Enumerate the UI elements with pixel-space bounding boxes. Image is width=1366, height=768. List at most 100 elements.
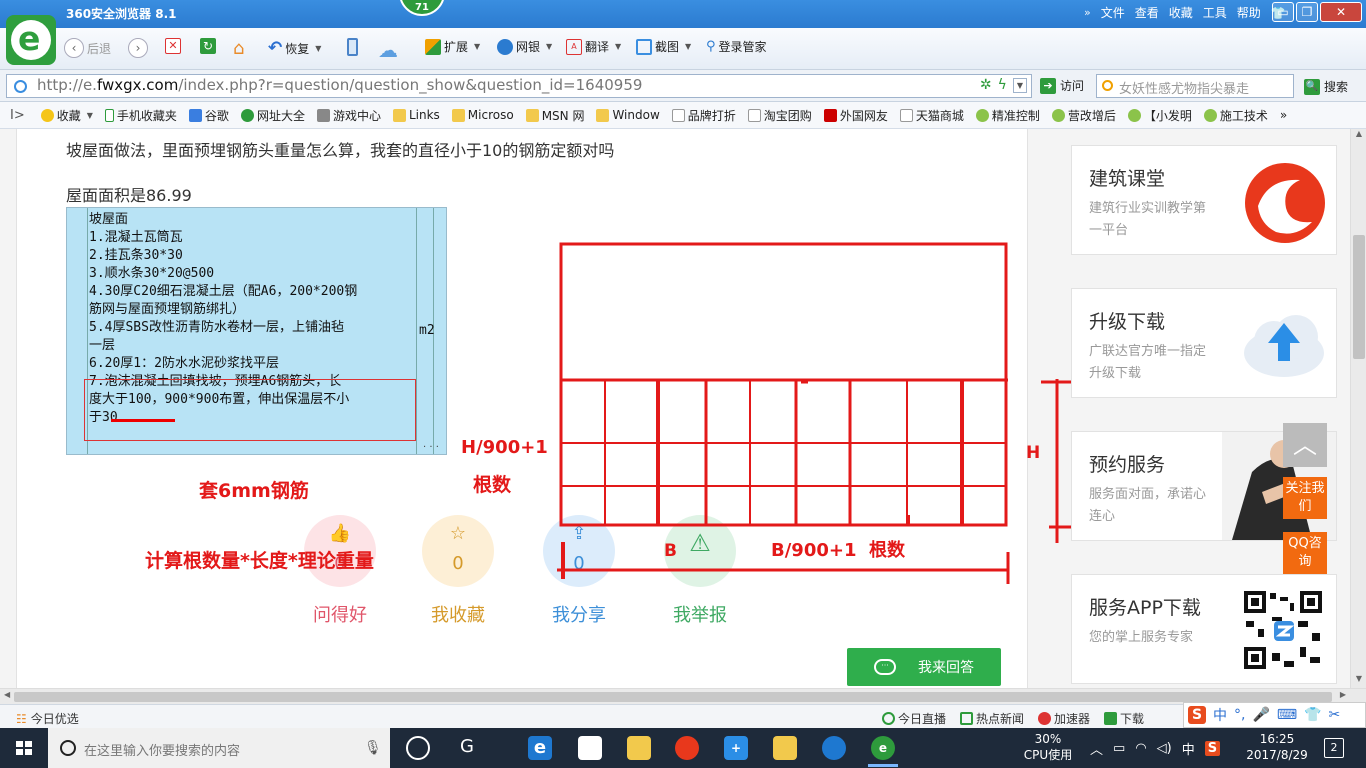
maximize-button[interactable]: ❐ [1296, 2, 1318, 22]
glodon-app-icon[interactable] [675, 736, 699, 760]
cloud-button[interactable]: ☁ [378, 38, 398, 62]
visit-button[interactable]: ➔ 访问 [1040, 77, 1084, 94]
action-favorite[interactable]: ☆ 0 我收藏 [408, 515, 508, 627]
clock[interactable]: 16:25 2017/8/29 [1244, 731, 1310, 763]
speed-icon[interactable]: ✲ [980, 77, 992, 93]
netbank-button[interactable]: 网银 ▼ [497, 38, 552, 55]
bookmark-item[interactable]: Links [392, 108, 440, 122]
menu-help[interactable]: 帮助 [1237, 4, 1261, 21]
status-live[interactable]: 今日直播 [882, 710, 946, 727]
bookmark-item[interactable]: 外国网友 [823, 107, 888, 124]
search-input[interactable]: 女妖性感尤物指尖暴走 [1096, 74, 1294, 98]
sogou-icon[interactable]: S [1188, 706, 1206, 724]
back-to-top-button[interactable]: ︿ [1283, 423, 1327, 467]
bookmark-item[interactable]: 品牌打折 [671, 107, 736, 124]
skin-icon[interactable]: 👕 [1304, 707, 1321, 723]
menu-tools[interactable]: 工具 [1203, 4, 1227, 21]
bookmarks-toggle-icon[interactable]: I> [10, 108, 25, 123]
dropdown-icon[interactable]: ▼ [1012, 77, 1027, 93]
cpu-usage[interactable]: 30% CPU使用 [1022, 731, 1074, 763]
notification-badge[interactable]: 71 [399, 0, 445, 16]
search-button[interactable]: 🔍 搜索 [1304, 78, 1348, 95]
taskbar-search-box[interactable]: 在这里输入你要搜索的内容 🎙 [48, 728, 390, 768]
glodon-blue-icon[interactable] [822, 736, 846, 760]
stop-button[interactable]: ✕ [165, 38, 181, 54]
microphone-icon[interactable]: 🎙 [364, 740, 382, 756]
action-report[interactable]: ⚠ 我举报 [650, 515, 750, 627]
sogou-tray-icon[interactable]: S [1204, 741, 1221, 756]
notification-center-button[interactable]: 2 [1324, 738, 1344, 758]
edge-icon[interactable]: e [528, 736, 552, 760]
task-view-icon[interactable] [406, 736, 430, 760]
bookmark-item[interactable]: 施工技术 [1203, 107, 1268, 124]
menu-view[interactable]: 查看 [1135, 4, 1159, 21]
wifi-icon[interactable]: ◠ [1135, 741, 1146, 756]
bookmark-item[interactable]: 【小发明 [1127, 107, 1192, 124]
back-button[interactable]: ‹ 后退 [64, 38, 111, 58]
bookmark-item[interactable]: Microso [451, 108, 514, 122]
browser-logo[interactable]: e [6, 15, 56, 65]
refresh-button[interactable]: ↻ [200, 38, 216, 54]
file-explorer-icon[interactable] [627, 736, 651, 760]
translate-button[interactable]: A 翻译 ▼ [566, 38, 621, 55]
bookmark-item[interactable]: 天猫商城 [899, 107, 964, 124]
scrollbar-thumb[interactable] [14, 692, 1332, 702]
qq-consult-button[interactable]: QQ咨询 [1283, 532, 1327, 574]
sidebar-card-app[interactable]: 服务APP下载 您的掌上服务专家 [1071, 574, 1337, 684]
network-icon[interactable]: ▭ [1113, 741, 1125, 756]
bookmark-item[interactable]: 收藏 ▼ [40, 107, 93, 124]
phone-button[interactable] [347, 38, 358, 56]
lightning-icon[interactable]: ϟ [998, 77, 1007, 93]
home-button[interactable]: ⌂ [233, 38, 244, 59]
status-download[interactable]: 下载 [1104, 710, 1144, 727]
login-manager-button[interactable]: ⚲ 登录管家 [706, 38, 767, 55]
tools-icon[interactable]: ✂ [1329, 707, 1341, 723]
bookmark-item[interactable]: 手机收藏夹 [104, 107, 177, 124]
horizontal-scrollbar[interactable]: ◀ ▶ [0, 688, 1366, 704]
scroll-down-icon[interactable]: ▼ [1351, 674, 1366, 688]
extend-button[interactable]: 扩展 ▼ [425, 38, 480, 55]
bookmark-item[interactable]: 淘宝团购 [747, 107, 812, 124]
scrollbar-thumb[interactable] [1353, 235, 1365, 359]
follow-us-button[interactable]: 关注我们 [1283, 477, 1327, 519]
menu-favorites[interactable]: 收藏 [1169, 4, 1193, 21]
glodon-task-icon[interactable]: G [455, 736, 479, 760]
close-button[interactable]: ✕ [1320, 2, 1362, 22]
tray-expand-icon[interactable]: ︿ [1090, 739, 1103, 758]
ime-punct-icon[interactable]: °, [1234, 707, 1245, 723]
url-input[interactable]: http://e.fwxgx.com/index.php?r=question/… [6, 74, 1032, 98]
volume-icon[interactable]: ◁) [1157, 741, 1172, 756]
plus-app-icon[interactable]: + [724, 736, 748, 760]
bookmark-item[interactable]: 精准控制 [975, 107, 1040, 124]
ime-chinese-icon[interactable]: 中 [1213, 705, 1227, 725]
status-accelerator[interactable]: 加速器 [1038, 710, 1090, 727]
bookmark-item[interactable]: 谷歌 [188, 107, 229, 124]
spec-image[interactable]: 坡屋面 1.混凝土瓦筒瓦 2.挂瓦条30*30 3.顺水条30*20@500 4… [66, 207, 447, 455]
menu-chevron-icon[interactable]: » [1084, 6, 1091, 19]
today-picks[interactable]: ☷ 今日优选 [16, 710, 79, 727]
bookmark-item[interactable]: 营改增后 [1051, 107, 1116, 124]
scroll-right-icon[interactable]: ▶ [1340, 690, 1346, 699]
microphone-icon[interactable]: 🎤 [1252, 707, 1269, 723]
minimize-button[interactable]: ▭ [1272, 2, 1294, 22]
menu-file[interactable]: 文件 [1101, 4, 1125, 21]
vertical-scrollbar[interactable]: ▲ ▼ [1350, 129, 1366, 688]
input-language[interactable]: 中 [1182, 739, 1195, 758]
bookmark-item[interactable]: 游戏中心 [316, 107, 381, 124]
bookmark-item[interactable]: 网址大全 [240, 107, 305, 124]
bookmark-item[interactable]: Window [596, 108, 660, 122]
browser-360-icon[interactable]: e [871, 736, 895, 760]
screenshot-button[interactable]: 截图 ▼ [636, 38, 691, 55]
forward-button[interactable]: › [128, 38, 148, 58]
sidebar-card-course[interactable]: 建筑课堂 建筑行业实训教学第一平台 [1071, 145, 1337, 255]
action-share[interactable]: ⇪ 0 我分享 [529, 515, 629, 627]
keyboard-icon[interactable]: ⌨ [1277, 707, 1297, 723]
scroll-up-icon[interactable]: ▲ [1351, 129, 1366, 143]
bookmark-item[interactable]: MSN 网 [525, 107, 584, 124]
restore-button[interactable]: ↶ 恢复 ▼ [268, 38, 321, 58]
answer-button[interactable]: ··· 我来回答 [847, 648, 1001, 686]
bookmarks-more-icon[interactable]: » [1280, 108, 1287, 122]
store-icon[interactable] [578, 736, 602, 760]
notes-icon[interactable] [773, 736, 797, 760]
sidebar-card-upgrade[interactable]: 升级下载 广联达官方唯一指定升级下载 [1071, 288, 1337, 398]
